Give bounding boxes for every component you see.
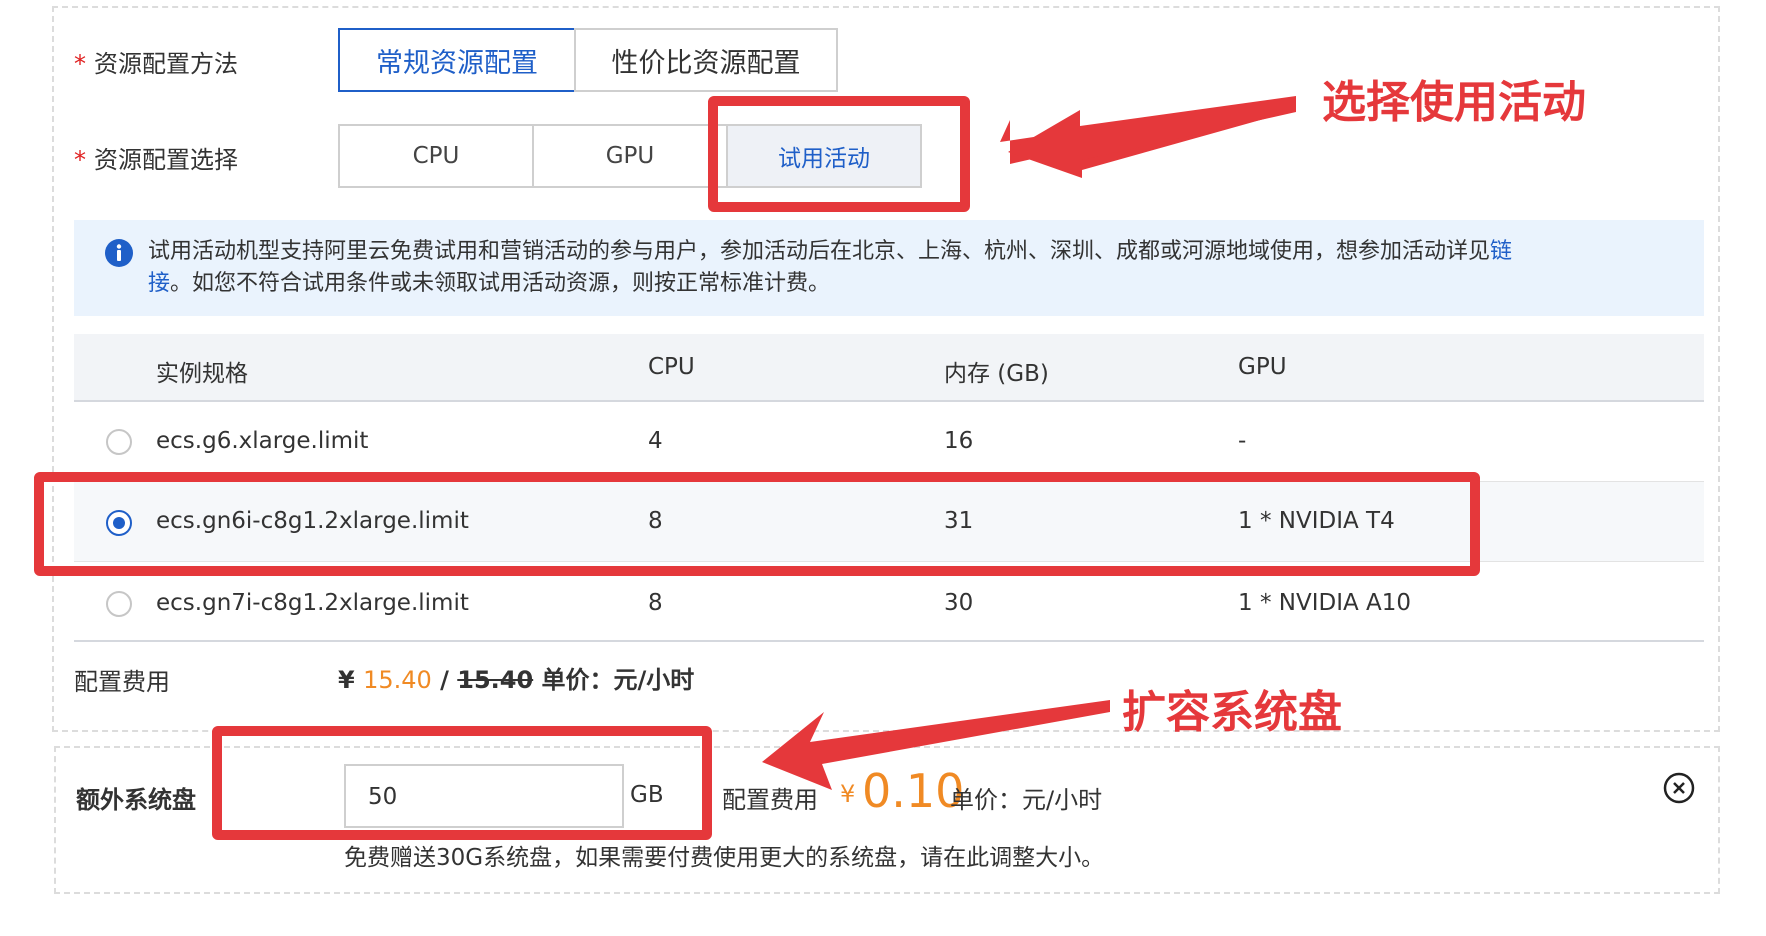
- annotation-arrows: [762, 96, 1296, 790]
- annotation-expand-disk: 扩容系统盘: [1122, 687, 1342, 738]
- arrow-left-icon: [762, 700, 1110, 790]
- annotation-select-activity: 选择使用活动: [1322, 77, 1586, 128]
